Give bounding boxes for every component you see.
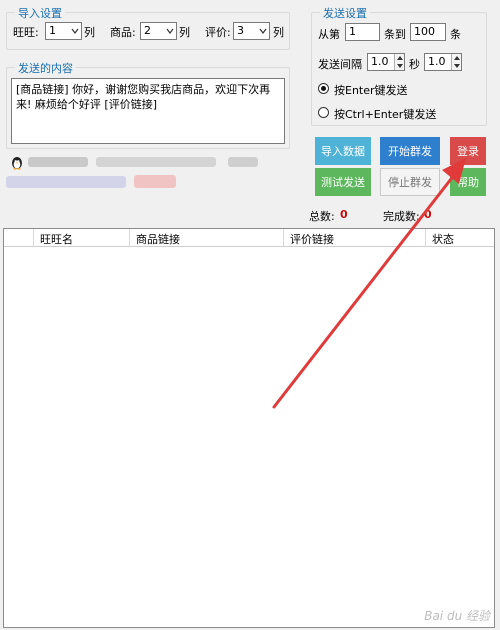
table-header: 旺旺名 商品链接 评价链接 状态 bbox=[4, 229, 494, 247]
send-content-group: 发送的内容 [商品链接] 你好，谢谢您购买我店商品，欢迎下次再来! 麻烦给个好评… bbox=[6, 60, 290, 149]
start-send-button[interactable]: 开始群发 bbox=[380, 137, 440, 165]
spinner-arrows-icon[interactable] bbox=[394, 54, 404, 70]
chevron-down-icon bbox=[71, 28, 79, 34]
blurred-account-info bbox=[28, 157, 88, 167]
done-count-value: 0 bbox=[424, 208, 432, 221]
done-count-label: 完成数: bbox=[383, 210, 420, 223]
chevron-down-icon bbox=[166, 28, 174, 34]
review-column-value: 3 bbox=[237, 24, 244, 37]
interval-min-value: 1.0 bbox=[371, 55, 389, 68]
goods-label: 商品: bbox=[110, 26, 136, 39]
table-header-goods-link[interactable]: 商品链接 bbox=[130, 229, 284, 247]
total-count-value: 0 bbox=[340, 208, 348, 221]
radio-enter-label[interactable]: 按Enter键发送 bbox=[334, 82, 408, 98]
table-header-review-link[interactable]: 评价链接 bbox=[284, 229, 426, 247]
review-label: 评价: bbox=[205, 26, 231, 39]
help-button[interactable]: 帮助 bbox=[450, 168, 486, 196]
spinner-arrows-icon[interactable] bbox=[451, 54, 461, 70]
records-table[interactable]: 旺旺名 商品链接 评价链接 状态 bbox=[3, 228, 495, 628]
import-data-button[interactable]: 导入数据 bbox=[315, 137, 371, 165]
watermark-text: Bai du 经验 bbox=[424, 609, 490, 623]
send-content-title: 发送的内容 bbox=[15, 60, 76, 76]
wangwang-column-select[interactable]: 1 bbox=[45, 22, 82, 40]
radio-ctrl-enter-label[interactable]: 按Ctrl+Enter键发送 bbox=[334, 106, 436, 122]
send-settings-title: 发送设置 bbox=[320, 5, 370, 21]
test-send-button[interactable]: 测试发送 bbox=[315, 168, 371, 196]
send-settings-group: 发送设置 从第 1 条到 100 条 发送间隔 1.0 秒 1.0 按Enter… bbox=[311, 5, 487, 126]
blurred-account-info bbox=[228, 157, 258, 167]
count-unit: 条 bbox=[450, 28, 461, 41]
radio-enter-send[interactable] bbox=[318, 83, 329, 94]
interval-min-spinner[interactable]: 1.0 bbox=[367, 53, 405, 71]
radio-ctrl-enter-send[interactable] bbox=[318, 107, 329, 118]
goods-column-unit: 列 bbox=[179, 26, 190, 39]
table-header-status[interactable]: 状态 bbox=[426, 229, 494, 247]
blurred-account-info bbox=[96, 157, 216, 167]
seconds-label: 秒 bbox=[409, 58, 420, 71]
wangwang-column-value: 1 bbox=[49, 24, 56, 37]
goods-column-select[interactable]: 2 bbox=[140, 22, 177, 40]
to-input[interactable]: 100 bbox=[410, 23, 446, 41]
wangwang-label: 旺旺: bbox=[13, 26, 39, 39]
goods-column-value: 2 bbox=[144, 24, 151, 37]
penguin-icon bbox=[12, 157, 22, 170]
user-avatar-icon bbox=[10, 156, 24, 170]
interval-max-value: 1.0 bbox=[428, 55, 446, 68]
import-settings-title: 导入设置 bbox=[15, 5, 65, 21]
blurred-account-info bbox=[6, 176, 126, 188]
to-label: 条到 bbox=[384, 28, 406, 41]
chevron-down-icon bbox=[259, 28, 267, 34]
interval-max-spinner[interactable]: 1.0 bbox=[424, 53, 462, 71]
total-count-label: 总数: bbox=[309, 210, 335, 223]
from-label: 从第 bbox=[318, 28, 340, 41]
table-header-wangwang[interactable]: 旺旺名 bbox=[34, 229, 130, 247]
table-header-index bbox=[4, 229, 34, 247]
wangwang-column-unit: 列 bbox=[84, 26, 95, 39]
interval-label: 发送间隔 bbox=[318, 58, 362, 71]
review-column-select[interactable]: 3 bbox=[233, 22, 270, 40]
from-input[interactable]: 1 bbox=[345, 23, 380, 41]
blurred-account-info bbox=[134, 175, 176, 188]
import-settings-group: 导入设置 旺旺: 1 列 商品: 2 列 评价: 3 列 bbox=[6, 5, 290, 50]
send-content-textarea[interactable]: [商品链接] 你好，谢谢您购买我店商品，欢迎下次再来! 麻烦给个好评 [评价链接… bbox=[11, 78, 285, 144]
stop-send-button[interactable]: 停止群发 bbox=[380, 168, 440, 196]
review-column-unit: 列 bbox=[273, 26, 284, 39]
login-button[interactable]: 登录 bbox=[450, 137, 486, 165]
